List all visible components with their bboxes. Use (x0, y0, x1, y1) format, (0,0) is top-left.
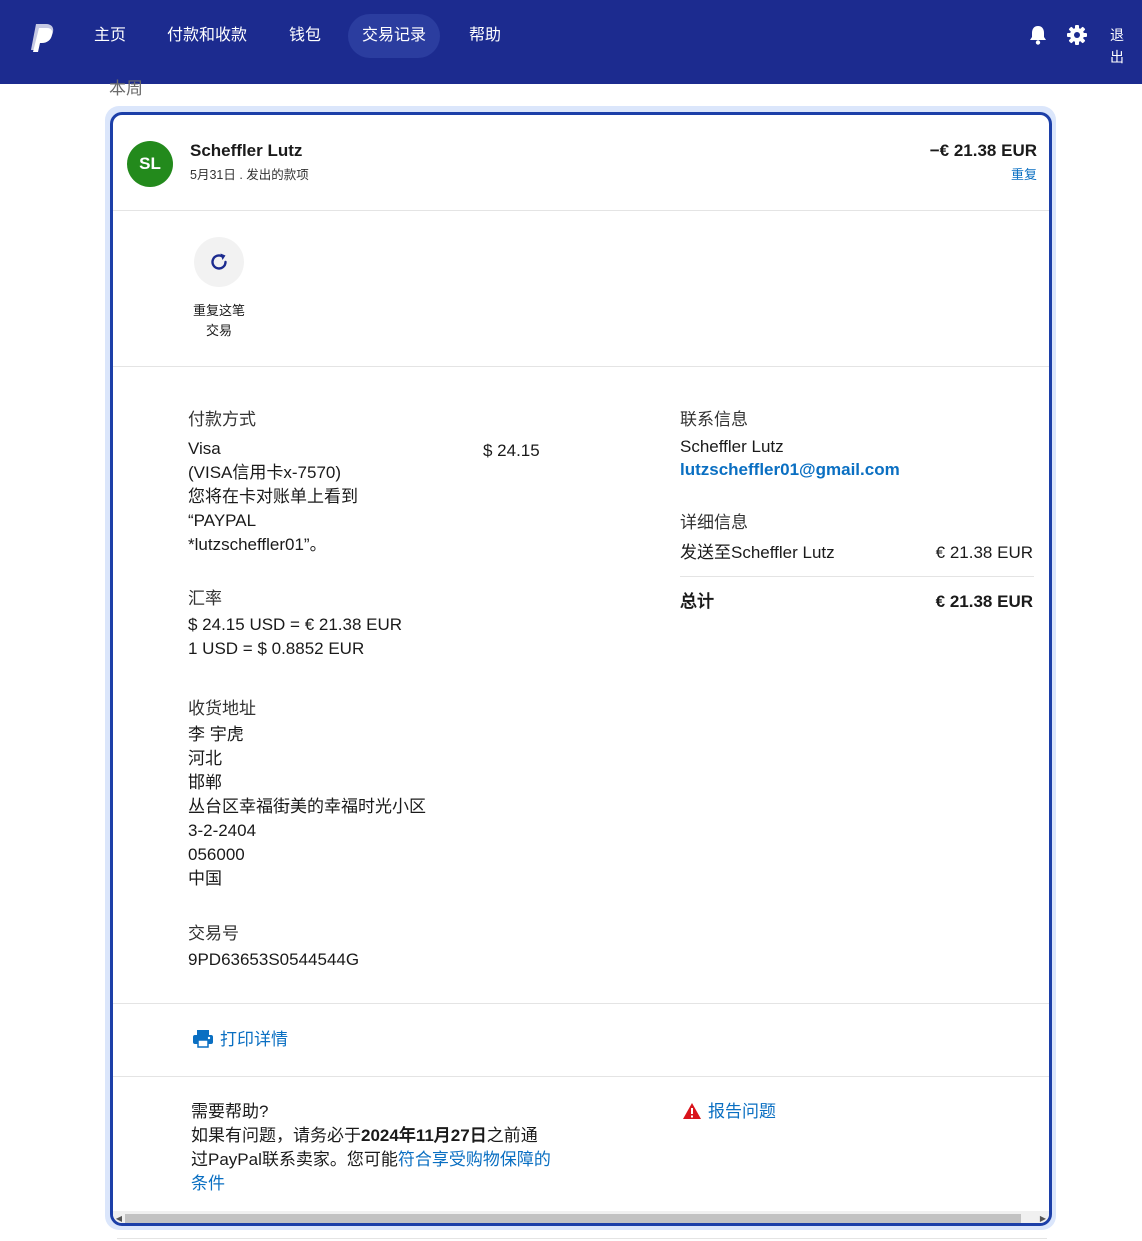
payment-card: (VISA信用卡x-7570) (188, 463, 342, 482)
scrollbar-thumb[interactable] (125, 1214, 1021, 1223)
report-problem-link[interactable]: 报告问题 (682, 1097, 776, 1122)
statement-line-3: *lutzscheffler01”。 (188, 535, 327, 554)
contact-name: Scheffler Lutz (680, 437, 784, 456)
transaction-subline: 5月31日 . 发出的款项 (190, 168, 309, 182)
week-label: 本周 (109, 79, 143, 98)
details-title: 详细信息 (680, 513, 748, 532)
print-details-label: 打印详情 (220, 1030, 288, 1049)
statement-line-2: “PAYPAL (188, 511, 257, 530)
nav-item-home[interactable]: 主页 (80, 14, 140, 58)
details-divider (680, 576, 1034, 577)
payment-amount: $ 24.15 (483, 441, 540, 460)
nav-item-help[interactable]: 帮助 (455, 14, 515, 58)
action-section (113, 211, 1049, 367)
payment-method-details: Visa (VISA信用卡x-7570) 您将在卡对账单上看到 “PAYPAL … (188, 437, 358, 557)
transaction-header[interactable]: SL Scheffler Lutz 5月31日 . 发出的款项 −€ 21.38… (113, 115, 1049, 211)
transaction-id-title: 交易号 (188, 924, 239, 943)
help-text: 如果有问题，请务必于2024年11月27日之前通过PayPal联系卖家。您可能符… (191, 1124, 551, 1196)
merchant-name: Scheffler Lutz (190, 141, 303, 160)
scroll-left-arrow[interactable]: ◀ (113, 1211, 125, 1223)
help-title: 需要帮助? (191, 1102, 269, 1121)
exchange-line-2: 1 USD = $ 0.8852 EUR (188, 639, 365, 658)
top-navigation: 主页 付款和收款 钱包 交易记录 帮助 退出 (0, 0, 1142, 84)
help-text-pre: 如果有问题，请务必于 (191, 1126, 361, 1145)
payment-method-name: Visa (188, 439, 221, 458)
bottom-divider (117, 1238, 1047, 1239)
repeat-label-line2: 交易 (205, 323, 232, 338)
repeat-transaction-button[interactable] (194, 237, 244, 287)
printer-icon (193, 1030, 213, 1048)
horizontal-scrollbar[interactable]: ◀ ▶ (113, 1211, 1049, 1223)
avatar: SL (127, 141, 173, 187)
bell-icon[interactable] (1027, 24, 1049, 46)
report-problem-label: 报告问题 (708, 1102, 776, 1121)
sent-to-label: 发送至Scheffler Lutz (680, 543, 835, 562)
statement-line-1: 您将在卡对账单上看到 (188, 487, 358, 506)
help-deadline: 2024年11月27日 (361, 1126, 487, 1145)
shipping-address-title: 收货地址 (188, 699, 256, 718)
address-line: 邯郸 (188, 773, 222, 792)
transaction-detail-card: SL Scheffler Lutz 5月31日 . 发出的款项 −€ 21.38… (110, 112, 1052, 1226)
address-line: 河北 (188, 749, 222, 768)
nav-item-activity[interactable]: 交易记录 (348, 14, 441, 58)
repeat-transaction-label: 重复这笔 交易 (183, 301, 255, 341)
total-label: 总计 (680, 592, 714, 611)
transaction-id-value: 9PD63653S0544544G (188, 950, 360, 969)
contact-info-title: 联系信息 (680, 410, 748, 429)
exchange-line-1: $ 24.15 USD = € 21.38 EUR (188, 615, 403, 634)
sent-amount: € 21.38 EUR (935, 543, 1033, 562)
warning-icon (683, 1103, 701, 1119)
contact-email-link[interactable]: lutzscheffler01@gmail.com (680, 460, 900, 480)
total-amount: € 21.38 EUR (935, 592, 1033, 611)
paypal-logo[interactable] (28, 22, 56, 54)
nav-item-payments[interactable]: 付款和收款 (153, 14, 261, 58)
transaction-amount: −€ 21.38 EUR (929, 141, 1037, 160)
repeat-label-line1: 重复这笔 (192, 303, 245, 318)
address-line: 中国 (188, 869, 222, 888)
exchange-rate-details: $ 24.15 USD = € 21.38 EUR 1 USD = $ 0.88… (188, 613, 402, 661)
shipping-address: 李 宇虎 河北 邯郸 丛台区幸福街美的幸福时光小区 3-2-2404 05600… (188, 723, 426, 891)
logout-button[interactable]: 退出 (1104, 24, 1142, 68)
print-details-link[interactable]: 打印详情 (192, 1029, 288, 1051)
address-line: 丛台区幸福街美的幸福时光小区 (188, 797, 426, 816)
gear-icon[interactable] (1066, 24, 1088, 46)
payment-method-title: 付款方式 (188, 410, 256, 429)
exchange-rate-title: 汇率 (188, 589, 222, 608)
nav-item-wallet[interactable]: 钱包 (275, 14, 335, 58)
address-line: 3-2-2404 (188, 821, 257, 840)
repeat-link[interactable]: 重复 (1011, 164, 1037, 183)
address-line: 李 宇虎 (188, 725, 244, 744)
address-line: 056000 (188, 845, 245, 864)
refresh-icon (211, 253, 227, 270)
